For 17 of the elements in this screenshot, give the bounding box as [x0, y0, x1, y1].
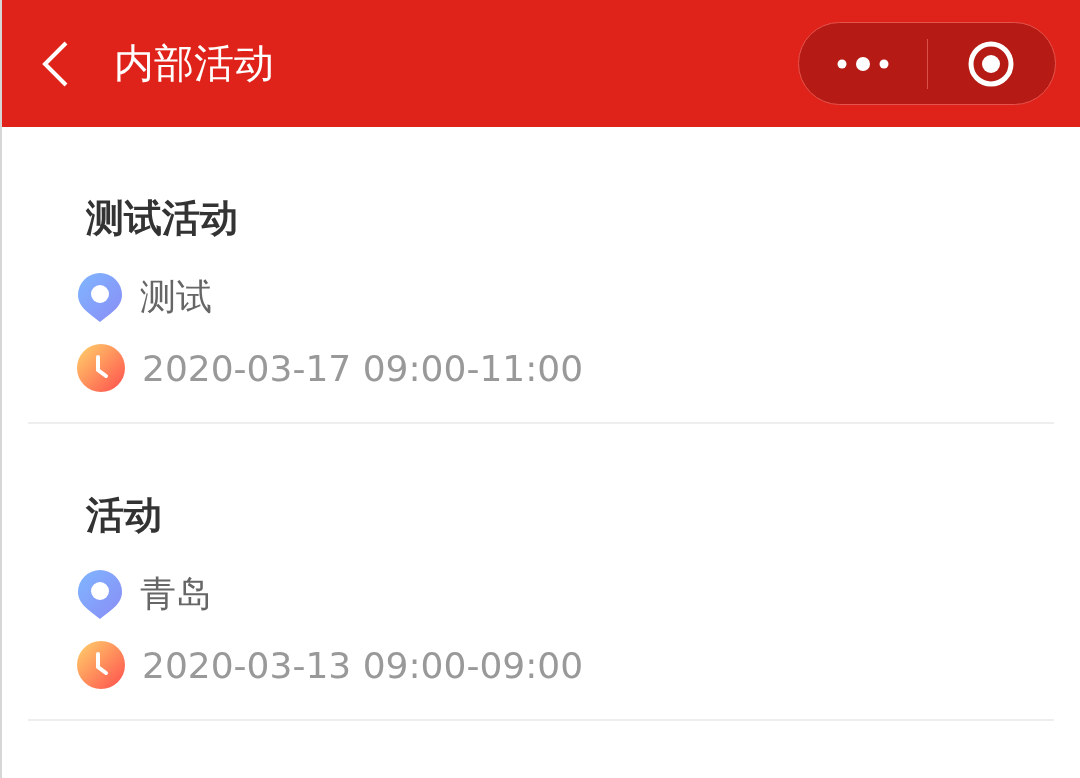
back-button[interactable] [40, 39, 70, 88]
activity-location: 青岛 [140, 571, 212, 616]
back-icon [40, 39, 70, 88]
clock-icon [76, 640, 126, 690]
activity-title: 测试活动 [86, 195, 239, 242]
activity-item[interactable]: 测试活动 测试 2020-03-17 09:00-11:00 [28, 127, 1054, 424]
more-icon [836, 54, 889, 73]
activity-time: 2020-03-17 09:00-11:00 [142, 347, 584, 389]
clock-icon [76, 343, 126, 393]
activity-time: 2020-03-13 09:00-09:00 [142, 644, 584, 686]
target-icon [967, 39, 1016, 88]
activity-item[interactable]: 活动 青岛 2020-03-13 09:00-09:00 [28, 424, 1054, 721]
activity-title: 活动 [86, 492, 163, 539]
location-pin-icon [76, 568, 124, 620]
activity-location: 测试 [140, 274, 212, 319]
location-pin-icon [76, 271, 124, 323]
page-title: 内部活动 [114, 39, 275, 88]
